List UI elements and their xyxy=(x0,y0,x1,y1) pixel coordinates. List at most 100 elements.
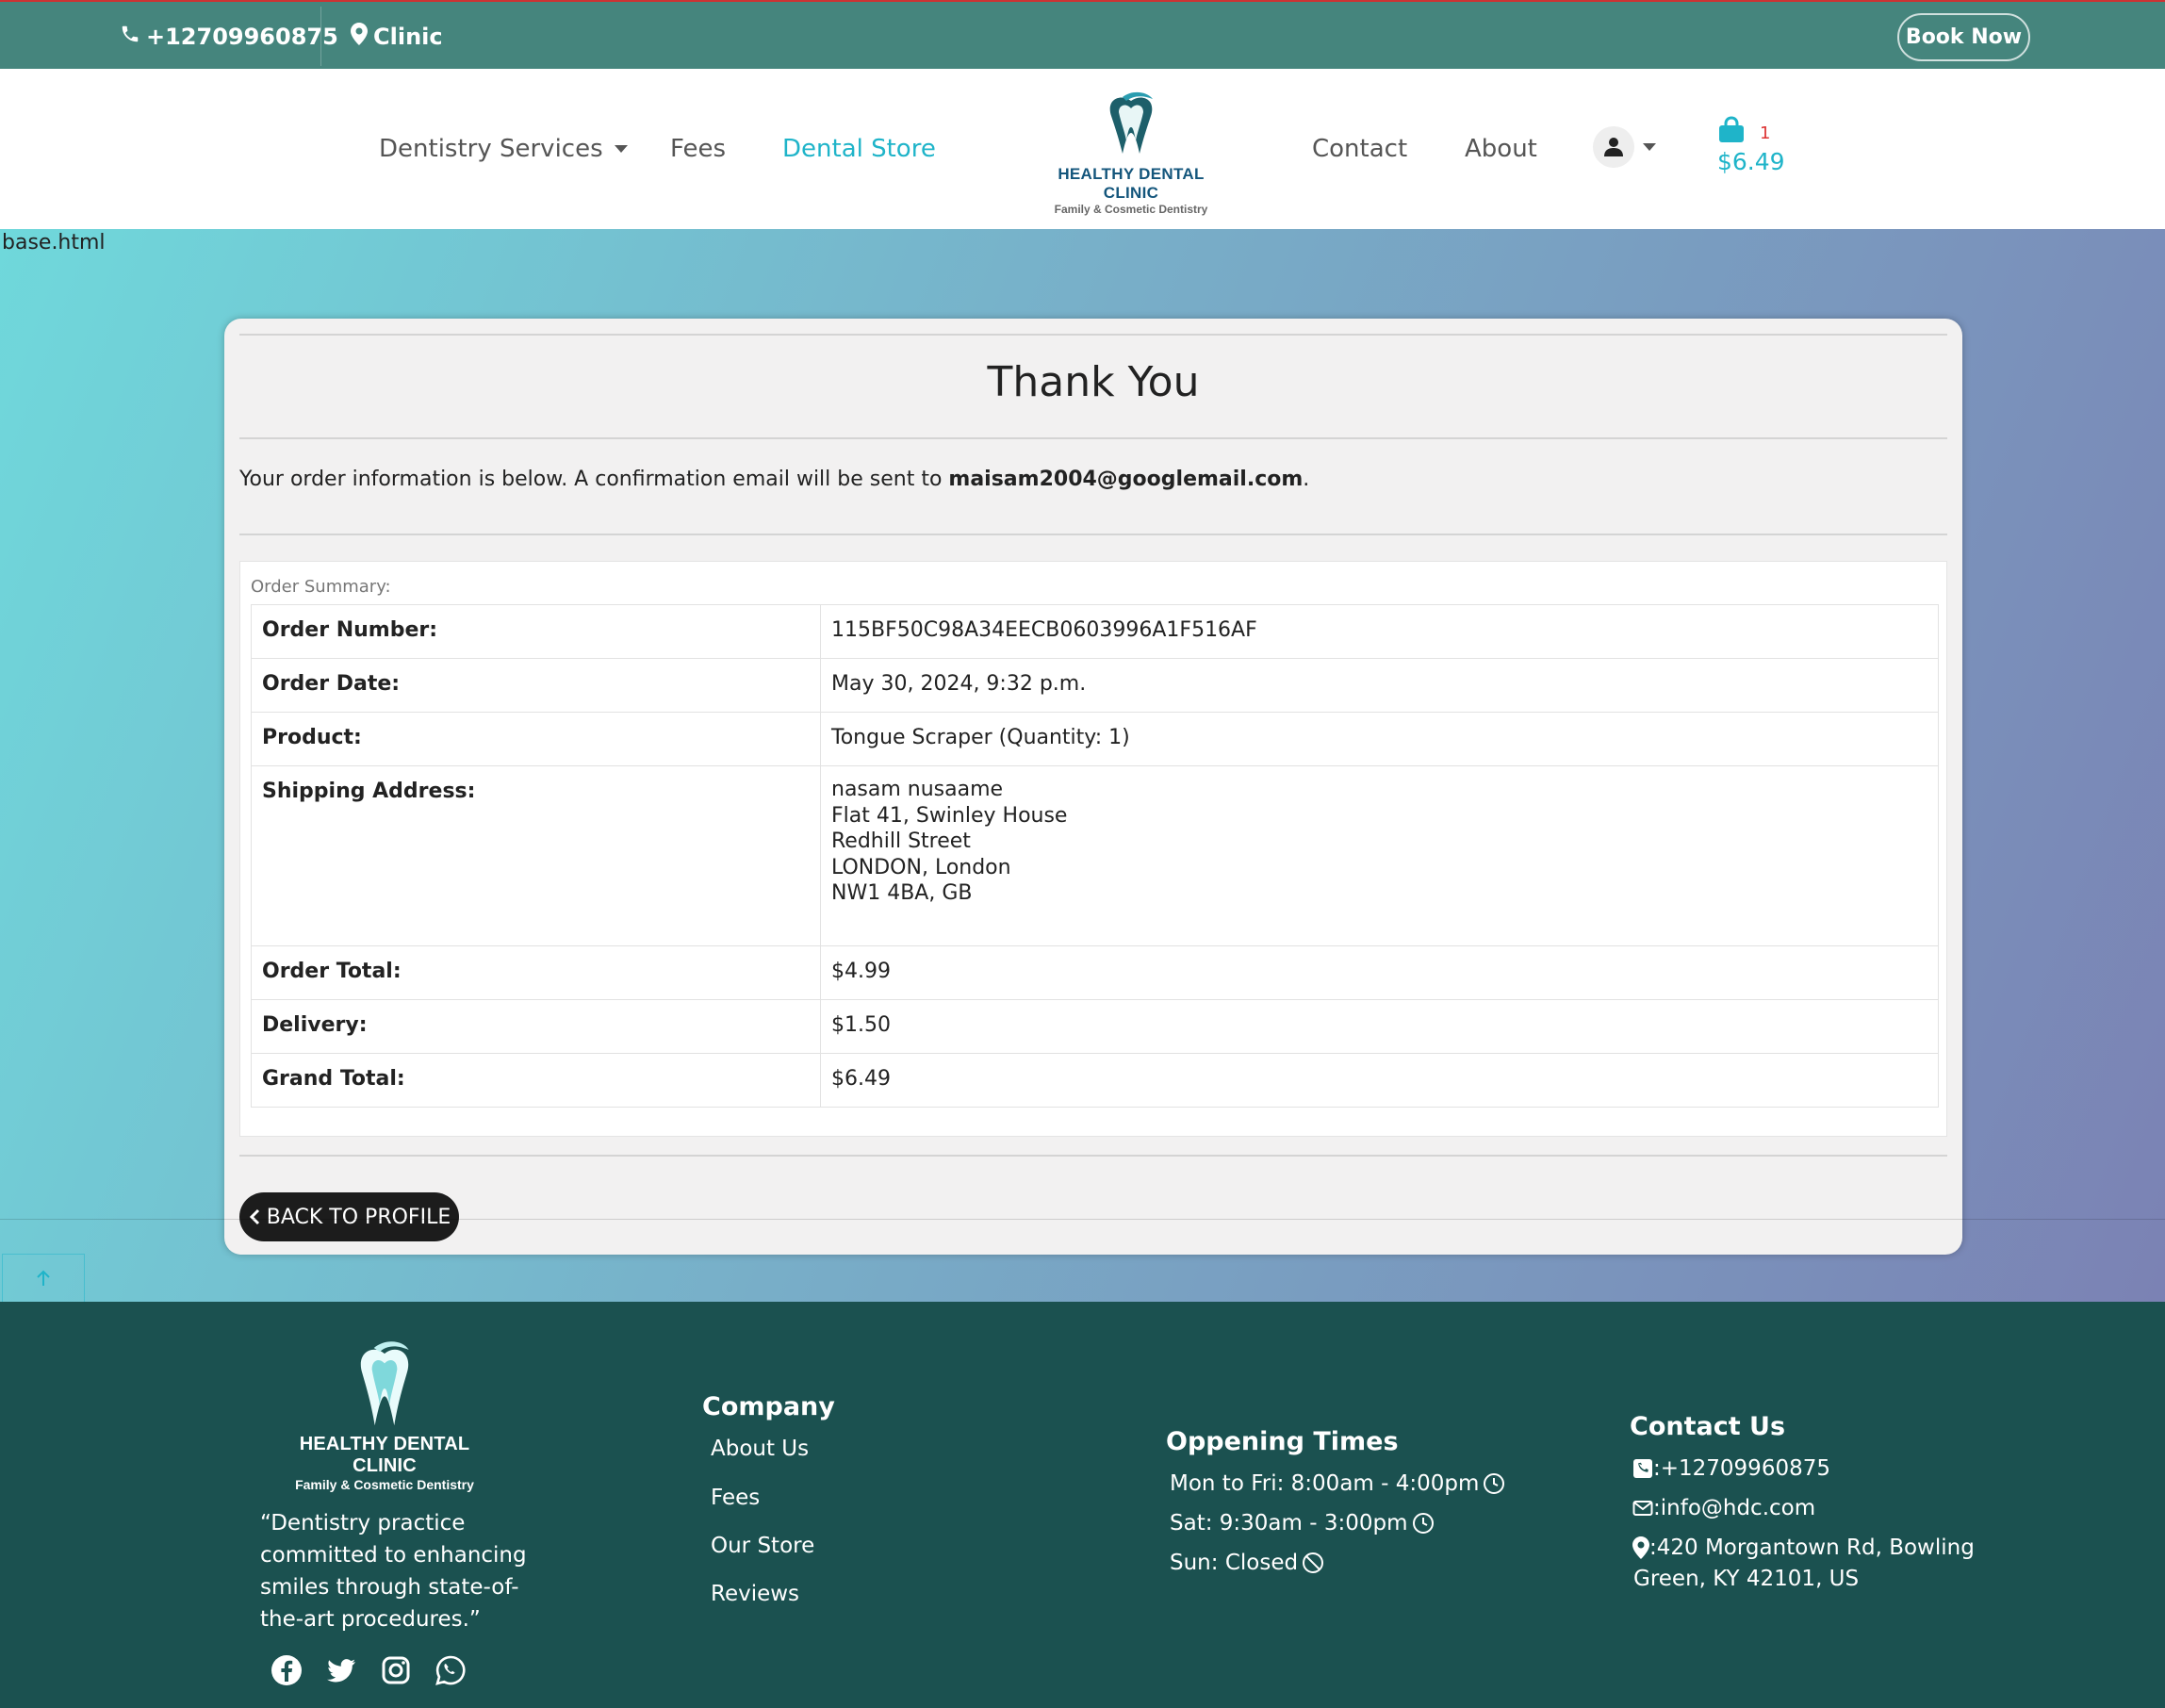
contact-phone-text: :+12709960875 xyxy=(1653,1456,1830,1481)
back-to-profile-label: BACK TO PROFILE xyxy=(266,1205,451,1229)
footer-logo-title: HEALTHY DENTAL CLINIC xyxy=(299,1434,470,1476)
nav-contact[interactable]: Contact xyxy=(1312,69,1407,229)
shopping-cart[interactable]: 1 $6.49 xyxy=(1717,116,1802,182)
order-total-label: Order Total: xyxy=(251,945,821,1000)
main-nav: Dentistry Services Fees Dental Store HEA… xyxy=(0,69,2165,229)
scroll-to-top-button[interactable] xyxy=(2,1254,85,1303)
footer-link-reviews[interactable]: Reviews xyxy=(711,1582,799,1606)
contact-heading: Contact Us xyxy=(1630,1412,1786,1441)
location-link[interactable]: Clinic xyxy=(351,2,443,71)
contact-email[interactable]: :info@hdc.com xyxy=(1632,1496,1815,1520)
table-row: Shipping Address: nasam nusaame Flat 41,… xyxy=(251,765,1939,946)
order-number-value: 115BF50C98A34EECB0603996A1F516AF xyxy=(820,604,1939,659)
product-label: Product: xyxy=(251,712,821,766)
hours-saturday: Sat: 9:30am - 3:00pm xyxy=(1170,1511,1435,1536)
order-number-label: Order Number: xyxy=(251,604,821,659)
cart-total: $6.49 xyxy=(1717,148,1785,175)
clock-icon xyxy=(1484,1473,1505,1494)
envelope-icon xyxy=(1632,1501,1653,1516)
book-now-button[interactable]: Book Now xyxy=(1897,13,2030,61)
logo-title: HEALTHY DENTAL CLINIC xyxy=(1058,165,1205,202)
delivery-label: Delivery: xyxy=(251,999,821,1054)
table-row: Order Total: $4.99 xyxy=(251,945,1939,1000)
topbar-divider xyxy=(320,7,321,66)
company-heading: Company xyxy=(702,1392,835,1421)
map-pin-icon xyxy=(351,22,368,51)
user-icon xyxy=(1604,138,1623,156)
footer-link-fees[interactable]: Fees xyxy=(711,1486,760,1510)
table-row: Product: Tongue Scraper (Quantity: 1) xyxy=(251,712,1939,766)
divider xyxy=(0,1219,2165,1220)
clock-icon xyxy=(1412,1513,1434,1534)
nav-dentistry-services[interactable]: Dentistry Services xyxy=(379,69,628,229)
confirmation-email: maisam2004@googlemail.com xyxy=(948,468,1304,491)
hours-saturday-text: Sat: 9:30am - 3:00pm xyxy=(1170,1511,1408,1536)
shipping-address-value: nasam nusaame Flat 41, Swinley House Red… xyxy=(820,765,1939,946)
social-links xyxy=(271,1654,467,1686)
table-row: Order Number: 115BF50C98A34EECB0603996A1… xyxy=(251,604,1939,659)
top-bar: +12709960875 Clinic Book Now xyxy=(0,0,2165,69)
nav-about[interactable]: About xyxy=(1465,69,1537,229)
phone-link[interactable]: +12709960875 xyxy=(120,2,338,71)
divider xyxy=(239,1155,1947,1157)
shopping-bag-icon xyxy=(1719,116,1744,142)
chevron-left-icon xyxy=(249,1208,259,1225)
order-date-label: Order Date: xyxy=(251,658,821,713)
order-summary-table: Order Number: 115BF50C98A34EECB0603996A1… xyxy=(251,604,1939,1108)
nav-fees[interactable]: Fees xyxy=(670,69,726,229)
back-to-profile-button[interactable]: BACK TO PROFILE xyxy=(239,1192,459,1241)
hours-weekdays: Mon to Fri: 8:00am - 4:00pm xyxy=(1170,1471,1505,1496)
opening-times-heading: Oppening Times xyxy=(1166,1427,1399,1456)
confirmation-message: Your order information is below. A confi… xyxy=(239,468,1309,491)
order-confirmation-card: Thank You Your order information is belo… xyxy=(224,319,1962,1255)
order-date-value: May 30, 2024, 9:32 p.m. xyxy=(820,658,1939,713)
footer-link-about-us[interactable]: About Us xyxy=(711,1437,809,1461)
template-label: base.html xyxy=(2,231,106,255)
phone-number: +12709960875 xyxy=(146,23,338,50)
arrow-up-icon xyxy=(37,1270,50,1286)
location-label: Clinic xyxy=(373,23,443,50)
table-row: Order Date: May 30, 2024, 9:32 p.m. xyxy=(251,658,1939,713)
hours-weekdays-text: Mon to Fri: 8:00am - 4:00pm xyxy=(1170,1471,1480,1496)
nav-dentistry-services-label: Dentistry Services xyxy=(379,135,603,163)
grand-total-label: Grand Total: xyxy=(251,1053,821,1108)
phone-icon xyxy=(120,24,140,50)
chevron-down-icon[interactable] xyxy=(1643,143,1656,151)
divider xyxy=(239,437,1947,439)
contact-phone[interactable]: :+12709960875 xyxy=(1632,1456,1830,1481)
account-menu-button[interactable] xyxy=(1593,126,1634,168)
contact-address-line-2: Green, KY 42101, US xyxy=(1633,1567,1860,1591)
footer-quote: “Dentistry practice committed to enhanci… xyxy=(260,1511,527,1632)
map-pin-icon xyxy=(1632,1536,1649,1559)
contact-address: :420 Morgantown Rd, Bowling xyxy=(1632,1536,1975,1560)
main-content: base.html Thank You Your order informati… xyxy=(0,229,2165,1303)
footer-logo[interactable]: HEALTHY DENTAL CLINIC Family & Cosmetic … xyxy=(283,1336,486,1492)
confirmation-period: . xyxy=(1303,468,1310,491)
divider xyxy=(239,334,1947,336)
divider xyxy=(239,534,1947,535)
facebook-icon[interactable] xyxy=(271,1654,303,1686)
grand-total-value: $6.49 xyxy=(820,1053,1939,1108)
delivery-value: $1.50 xyxy=(820,999,1939,1054)
tooth-logo-icon xyxy=(1109,91,1153,154)
phone-square-icon xyxy=(1633,1459,1652,1478)
nav-dental-store[interactable]: Dental Store xyxy=(782,69,936,229)
footer-link-our-store[interactable]: Our Store xyxy=(711,1534,814,1558)
confirmation-text: Your order information is below. A confi… xyxy=(239,468,949,491)
whatsapp-icon[interactable] xyxy=(435,1654,467,1686)
clinic-logo[interactable]: HEALTHY DENTAL CLINIC Family & Cosmetic … xyxy=(1032,88,1230,216)
contact-email-text: :info@hdc.com xyxy=(1653,1496,1816,1520)
product-value: Tongue Scraper (Quantity: 1) xyxy=(820,712,1939,766)
site-footer: HEALTHY DENTAL CLINIC Family & Cosmetic … xyxy=(0,1302,2165,1708)
logo-subtitle: Family & Cosmetic Dentistry xyxy=(1054,203,1208,216)
cart-count: 1 xyxy=(1760,123,1771,143)
instagram-icon[interactable] xyxy=(380,1654,412,1686)
chevron-down-icon xyxy=(614,145,628,153)
order-summary: Order Summary: Order Number: 115BF50C98A… xyxy=(239,561,1947,1137)
shipping-address-label: Shipping Address: xyxy=(251,765,821,946)
tooth-logo-icon xyxy=(360,1341,409,1426)
twitter-icon[interactable] xyxy=(325,1654,357,1686)
hours-sunday-text: Sun: Closed xyxy=(1170,1551,1299,1575)
contact-address-line-1: :420 Morgantown Rd, Bowling xyxy=(1649,1536,1975,1560)
hours-sunday: Sun: Closed xyxy=(1170,1551,1324,1575)
